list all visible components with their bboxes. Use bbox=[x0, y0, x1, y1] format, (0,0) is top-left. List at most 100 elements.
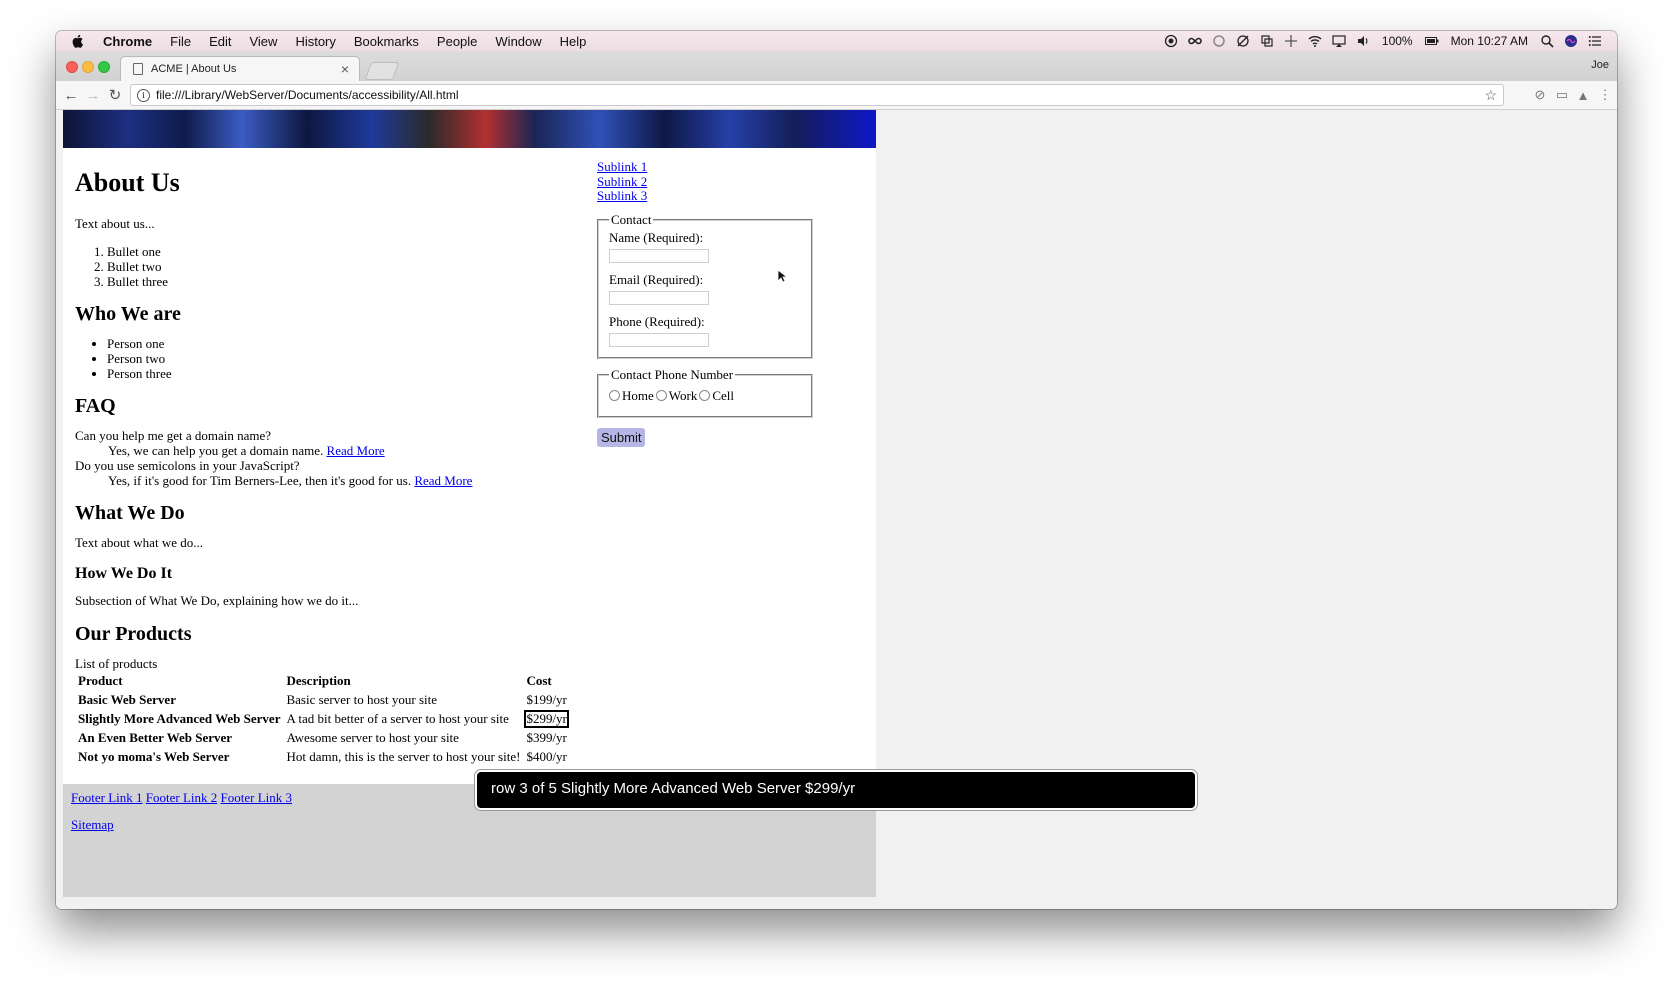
window-zoom-button[interactable] bbox=[98, 61, 110, 73]
cost-cell: $400/yr bbox=[526, 749, 567, 764]
move-icon[interactable] bbox=[1284, 34, 1298, 48]
forward-arrow-icon[interactable]: → bbox=[84, 86, 102, 104]
menu-window[interactable]: Window bbox=[495, 34, 541, 49]
menu-help[interactable]: Help bbox=[560, 34, 587, 49]
work-radio-label: Work bbox=[668, 387, 698, 403]
browser-toolbar: ← → ↻ i file:///Library/WebServer/Docume… bbox=[56, 81, 1617, 110]
person-list: Person one Person two Person three bbox=[75, 336, 595, 381]
siri-icon[interactable] bbox=[1564, 34, 1578, 48]
list-item: Bullet three bbox=[107, 274, 595, 289]
contact-fieldset: Contact Name (Required): Email (Required… bbox=[597, 211, 813, 359]
record-icon[interactable] bbox=[1164, 34, 1178, 48]
menu-view[interactable]: View bbox=[249, 34, 277, 49]
sublink-1[interactable]: Sublink 1 bbox=[597, 159, 837, 175]
products-caption: List of products bbox=[75, 656, 158, 671]
footer-link-1[interactable]: Footer Link 1 bbox=[71, 790, 143, 805]
main-content: About Us Text about us... Bullet one Bul… bbox=[75, 148, 595, 767]
table-row: Not yo moma's Web Server Hot damn, this … bbox=[76, 748, 569, 766]
more-menu-icon[interactable]: ⋮ bbox=[1597, 87, 1613, 103]
bookmark-star-icon[interactable]: ☆ bbox=[1484, 87, 1497, 104]
menu-edit[interactable]: Edit bbox=[209, 34, 231, 49]
address-bar[interactable]: i file:///Library/WebServer/Documents/ac… bbox=[130, 84, 1504, 106]
tab-close-icon[interactable]: × bbox=[341, 61, 349, 77]
work-radio[interactable] bbox=[655, 390, 667, 401]
read-more-link[interactable]: Read More bbox=[327, 443, 385, 458]
phone-field[interactable] bbox=[609, 332, 709, 347]
sublink-2[interactable]: Sublink 2 bbox=[597, 174, 837, 190]
list-item: Bullet one bbox=[107, 244, 595, 259]
reload-icon[interactable]: ↻ bbox=[106, 86, 124, 104]
info-icon[interactable]: i bbox=[137, 88, 150, 102]
menu-bookmarks[interactable]: Bookmarks bbox=[354, 34, 419, 49]
cell-radio[interactable] bbox=[699, 390, 711, 401]
product-name-cell: An Even Better Web Server bbox=[78, 730, 233, 745]
tab-about-us[interactable]: ACME | About Us × bbox=[120, 56, 360, 81]
cost-cell-focused: $299/yr bbox=[524, 710, 569, 728]
tab-title: ACME | About Us bbox=[151, 63, 237, 75]
table-row: An Even Better Web Server Awesome server… bbox=[76, 729, 569, 747]
apple-icon[interactable] bbox=[70, 33, 86, 49]
home-radio-label: Home bbox=[622, 387, 654, 403]
table-row: Basic Web Server Basic server to host yo… bbox=[76, 691, 569, 709]
email-field[interactable] bbox=[609, 290, 709, 305]
cast-icon[interactable]: ▭ bbox=[1554, 87, 1570, 103]
drive-icon[interactable]: ▲ bbox=[1575, 87, 1591, 103]
infinity-icon[interactable] bbox=[1188, 34, 1202, 48]
column-header: Cost bbox=[526, 673, 552, 688]
phone-label: Phone (Required): bbox=[609, 313, 705, 329]
description-cell: Basic server to host your site bbox=[286, 692, 438, 707]
copy-icon[interactable] bbox=[1260, 34, 1274, 48]
products-table: Product Description Cost Basic Web Serve… bbox=[74, 671, 571, 767]
footer-link-2[interactable]: Footer Link 2 bbox=[146, 790, 218, 805]
faq-answer: Yes, if it's good for Tim Berners-Lee, t… bbox=[108, 473, 595, 488]
mac-menubar: Chrome File Edit View History Bookmarks … bbox=[56, 31, 1617, 51]
cost-cell: $199/yr bbox=[526, 692, 567, 707]
menubar-clock[interactable]: Mon 10:27 AM bbox=[1451, 34, 1528, 48]
table-row: Slightly More Advanced Web Server A tad … bbox=[76, 710, 569, 728]
footer-links: Footer Link 1 Footer Link 2 Footer Link … bbox=[71, 790, 292, 806]
volume-icon[interactable] bbox=[1356, 34, 1370, 48]
header-banner-image bbox=[63, 110, 876, 148]
cost-cell: $399/yr bbox=[526, 730, 567, 745]
voiceover-caption-panel: row 3 of 5 Slightly More Advanced Web Se… bbox=[475, 770, 1197, 810]
battery-icon[interactable] bbox=[1424, 34, 1439, 48]
list-item: Person one bbox=[107, 336, 595, 351]
sublink-3[interactable]: Sublink 3 bbox=[597, 188, 837, 204]
menu-history[interactable]: History bbox=[295, 34, 335, 49]
how-text: Subsection of What We Do, explaining how… bbox=[75, 593, 359, 608]
profile-name[interactable]: Joe bbox=[1591, 59, 1609, 71]
page-icon bbox=[133, 63, 143, 75]
airplay-icon[interactable] bbox=[1332, 34, 1346, 48]
column-header: Product bbox=[78, 673, 123, 688]
spotlight-search-icon[interactable] bbox=[1540, 34, 1554, 48]
disabled-sync-icon[interactable] bbox=[1236, 34, 1250, 48]
mouse-cursor-icon bbox=[777, 269, 787, 283]
back-arrow-icon[interactable]: ← bbox=[62, 86, 80, 104]
menu-people[interactable]: People bbox=[437, 34, 477, 49]
product-name-cell: Slightly More Advanced Web Server bbox=[78, 711, 281, 726]
voiceover-caption-text: row 3 of 5 Slightly More Advanced Web Se… bbox=[491, 780, 856, 797]
menubar-status-area: 100% Mon 10:27 AM bbox=[1159, 31, 1607, 51]
who-heading: Who We are bbox=[75, 303, 181, 325]
footer-link-3[interactable]: Footer Link 3 bbox=[221, 790, 293, 805]
home-radio[interactable] bbox=[609, 390, 620, 401]
menu-file[interactable]: File bbox=[170, 34, 191, 49]
wifi-icon[interactable] bbox=[1308, 34, 1322, 48]
window-minimize-button[interactable] bbox=[82, 61, 94, 73]
creative-cloud-icon[interactable] bbox=[1212, 34, 1226, 48]
what-heading: What We Do bbox=[75, 502, 185, 524]
cell-radio-label: Cell bbox=[712, 387, 735, 403]
submit-button[interactable]: Submit bbox=[597, 427, 646, 447]
name-field[interactable] bbox=[609, 248, 709, 263]
battery-percent: 100% bbox=[1381, 34, 1413, 48]
sitemap-link[interactable]: Sitemap bbox=[71, 817, 114, 833]
notification-center-icon[interactable] bbox=[1588, 34, 1602, 48]
list-item: Person two bbox=[107, 351, 595, 366]
menu-app-name[interactable]: Chrome bbox=[103, 34, 152, 49]
contact-legend: Contact bbox=[611, 211, 652, 227]
window-close-button[interactable] bbox=[66, 61, 78, 73]
new-tab-button[interactable] bbox=[364, 62, 400, 80]
extension-icon[interactable]: ⊘ bbox=[1532, 87, 1548, 103]
description-cell: Awesome server to host your site bbox=[286, 730, 459, 745]
read-more-link[interactable]: Read More bbox=[414, 473, 472, 488]
